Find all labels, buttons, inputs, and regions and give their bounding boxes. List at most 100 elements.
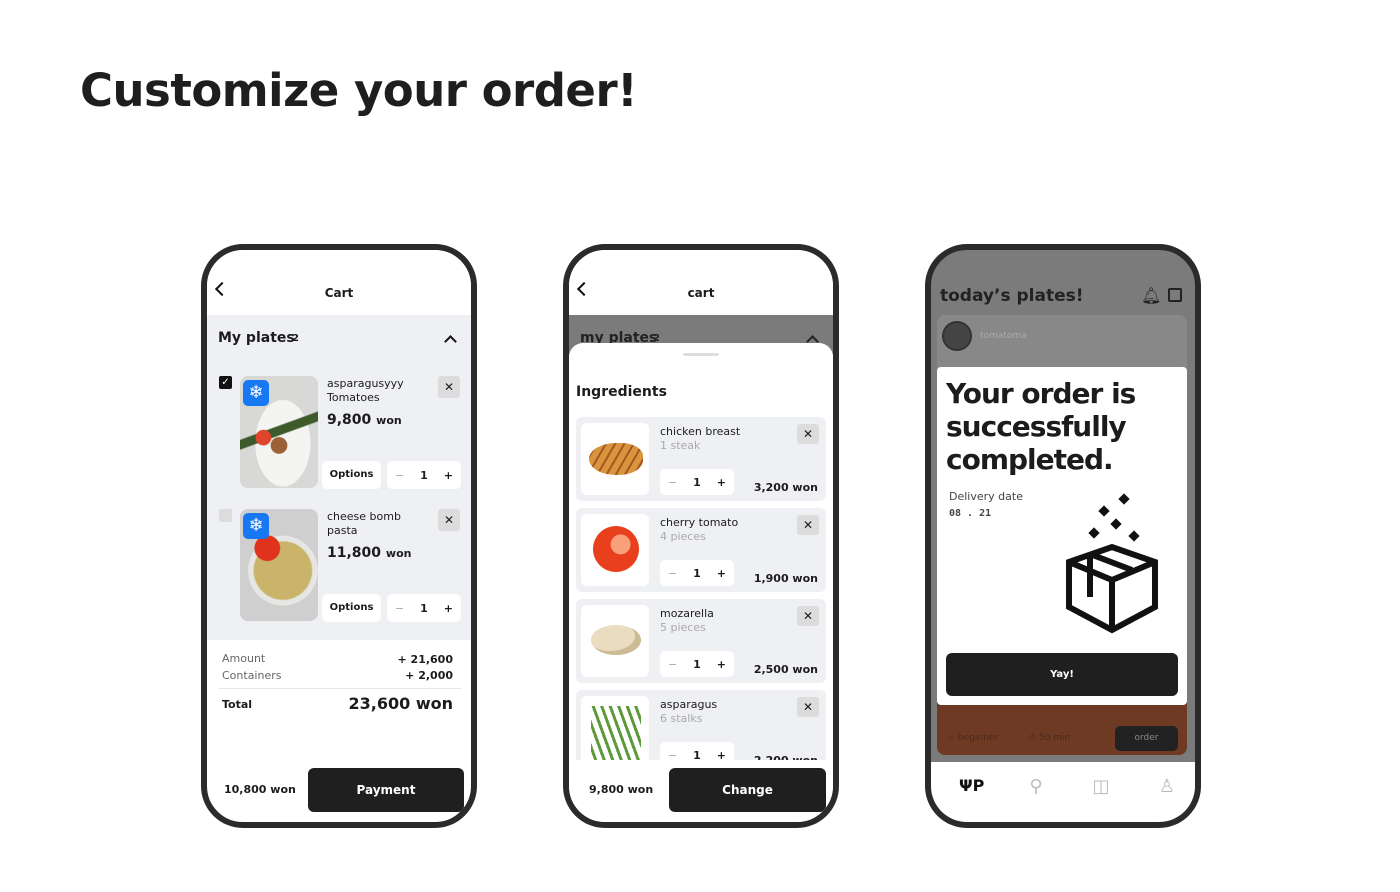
section-title: My plates xyxy=(218,330,295,346)
yay-button[interactable]: Yay! xyxy=(946,653,1178,696)
plus-button[interactable]: + xyxy=(444,469,453,482)
change-button[interactable]: Change xyxy=(669,768,826,812)
ingredient-amount: 6 stalks xyxy=(660,712,703,725)
ingredient-amount: 1 steak xyxy=(660,439,701,452)
header: Cart xyxy=(207,250,471,315)
minus-button[interactable]: − xyxy=(668,567,677,580)
bell-icon[interactable]: 🔔︎ xyxy=(1141,286,1161,305)
quantity-stepper[interactable]: − 1 + xyxy=(387,461,461,489)
avatar xyxy=(942,321,972,351)
order-button: order xyxy=(1115,726,1178,751)
ingredient-image xyxy=(581,514,649,586)
ingredient-price: 2,500 won xyxy=(753,663,818,676)
ingredient-price: 3,200 won xyxy=(753,481,818,494)
delivery-label: Delivery date xyxy=(949,490,1023,503)
ingredient-card: chicken breast 1 steak ✕ − 1 + 3,200 won xyxy=(576,417,826,501)
containers-value: + 2,000 xyxy=(405,669,453,682)
page-title: Customize your order! xyxy=(80,64,638,117)
quantity-stepper[interactable]: − 1 + xyxy=(660,560,734,586)
modal-title: Your order is successfully completed. xyxy=(946,377,1136,476)
minus-button[interactable]: − xyxy=(668,658,677,671)
header-title: cart xyxy=(687,286,715,300)
ingredient-name: mozarella xyxy=(660,607,714,620)
phone-cart: Cart My plates 2 ✓ ❄ asparagusyyy Tomatoe… xyxy=(201,244,477,828)
camera-icon[interactable]: ◫ xyxy=(1090,776,1112,798)
ingredient-amount: 4 pieces xyxy=(660,530,706,543)
ingredient-amount: 5 pieces xyxy=(660,621,706,634)
time: ⏱ 50 min xyxy=(1029,733,1071,743)
item-name: asparagusyyy Tomatoes xyxy=(327,377,404,404)
footer-price: 10,800 won xyxy=(224,783,296,796)
bag-icon[interactable] xyxy=(1168,288,1182,302)
success-modal: Your order is successfully completed. De… xyxy=(937,367,1187,705)
footer-price: 9,800 won xyxy=(589,783,654,796)
options-button[interactable]: Options xyxy=(322,461,381,489)
plus-button[interactable]: + xyxy=(444,602,453,615)
ingredient-card: mozarella 5 pieces ✕ − 1 + 2,500 won xyxy=(576,599,826,683)
item-price: 11,800 won xyxy=(327,545,412,561)
item-image: ❄ xyxy=(240,376,318,488)
quantity-value: 1 xyxy=(693,657,701,671)
amount-value: + 21,600 xyxy=(397,653,454,666)
total-label: Total xyxy=(222,698,253,711)
chevron-up-icon[interactable] xyxy=(444,335,457,348)
item-price: 9,800 won xyxy=(327,412,402,428)
level: ☆ beginner xyxy=(947,733,999,743)
ingredients-sheet: Ingredients chicken breast 1 steak ✕ − 1 +… xyxy=(569,343,833,773)
snowflake-icon: ❄ xyxy=(243,513,269,539)
sheet-title: Ingredients xyxy=(576,384,667,400)
item-name: cheese bomb pasta xyxy=(327,510,401,537)
remove-item-button[interactable]: ✕ xyxy=(438,376,460,398)
search-icon[interactable]: ⚲ xyxy=(1025,776,1047,798)
containers-label: Containers xyxy=(222,669,282,682)
ingredient-image xyxy=(581,696,649,768)
quantity-value: 1 xyxy=(693,475,701,489)
ingredient-image xyxy=(581,423,649,495)
ingredient-price: 1,900 won xyxy=(753,572,818,585)
ingredient-image xyxy=(581,605,649,677)
plus-button[interactable]: + xyxy=(717,476,726,489)
plus-button[interactable]: + xyxy=(717,658,726,671)
header-title: Cart xyxy=(324,286,354,300)
divider xyxy=(219,688,461,689)
quantity-stepper[interactable]: − 1 + xyxy=(660,469,734,495)
remove-ingredient-button[interactable]: ✕ xyxy=(797,424,819,444)
remove-ingredient-button[interactable]: ✕ xyxy=(797,606,819,626)
ingredient-name: cherry tomato xyxy=(660,516,739,529)
ingredient-name: asparagus xyxy=(660,698,718,711)
bottom-nav: ΨP ⚲ ◫ ♙ xyxy=(931,762,1195,822)
item-image: ❄ xyxy=(240,509,318,621)
quantity-stepper[interactable]: − 1 + xyxy=(387,594,461,622)
payment-button[interactable]: Payment xyxy=(308,768,464,812)
ingredient-card: cherry tomato 4 pieces ✕ − 1 + 1,900 won xyxy=(576,508,826,592)
remove-ingredient-button[interactable]: ✕ xyxy=(797,515,819,535)
drag-handle[interactable] xyxy=(683,353,719,356)
minus-button[interactable]: − xyxy=(395,602,404,615)
header-title: today’s plates! xyxy=(940,286,1084,306)
plates-section: My plates 2 ✓ ❄ asparagusyyy Tomatoes 9,8… xyxy=(207,315,471,640)
ingredient-name: chicken breast xyxy=(660,425,741,438)
item-checkbox-checked[interactable]: ✓ xyxy=(219,376,232,389)
delivery-date: 08 . 21 xyxy=(949,508,992,519)
snowflake-icon: ❄ xyxy=(243,380,269,406)
home-icon[interactable]: ΨP xyxy=(959,776,984,798)
section-count: 2 xyxy=(292,333,299,344)
quantity-value: 1 xyxy=(420,468,428,482)
total-value: 23,600 won xyxy=(348,694,453,713)
remove-ingredient-button[interactable]: ✕ xyxy=(797,697,819,717)
phone-order-complete: today’s plates! 🔔︎ tomatoma tomatoes ☆ b… xyxy=(925,244,1201,828)
profile-icon[interactable]: ♙ xyxy=(1156,776,1178,798)
quantity-value: 1 xyxy=(693,566,701,580)
minus-button[interactable]: − xyxy=(668,476,677,489)
options-button[interactable]: Options xyxy=(322,594,381,622)
quantity-stepper[interactable]: − 1 + xyxy=(660,651,734,677)
remove-item-button[interactable]: ✕ xyxy=(438,509,460,531)
plus-button[interactable]: + xyxy=(717,567,726,580)
minus-button[interactable]: − xyxy=(395,469,404,482)
item-checkbox[interactable] xyxy=(219,509,232,522)
amount-label: Amount xyxy=(222,652,266,665)
footer-bar: 9,800 won Change xyxy=(569,760,833,822)
header: cart xyxy=(569,250,833,315)
username: tomatoma xyxy=(980,331,1027,341)
phone-ingredients: cart my plates 2 Ingredients chicken bre… xyxy=(563,244,839,828)
